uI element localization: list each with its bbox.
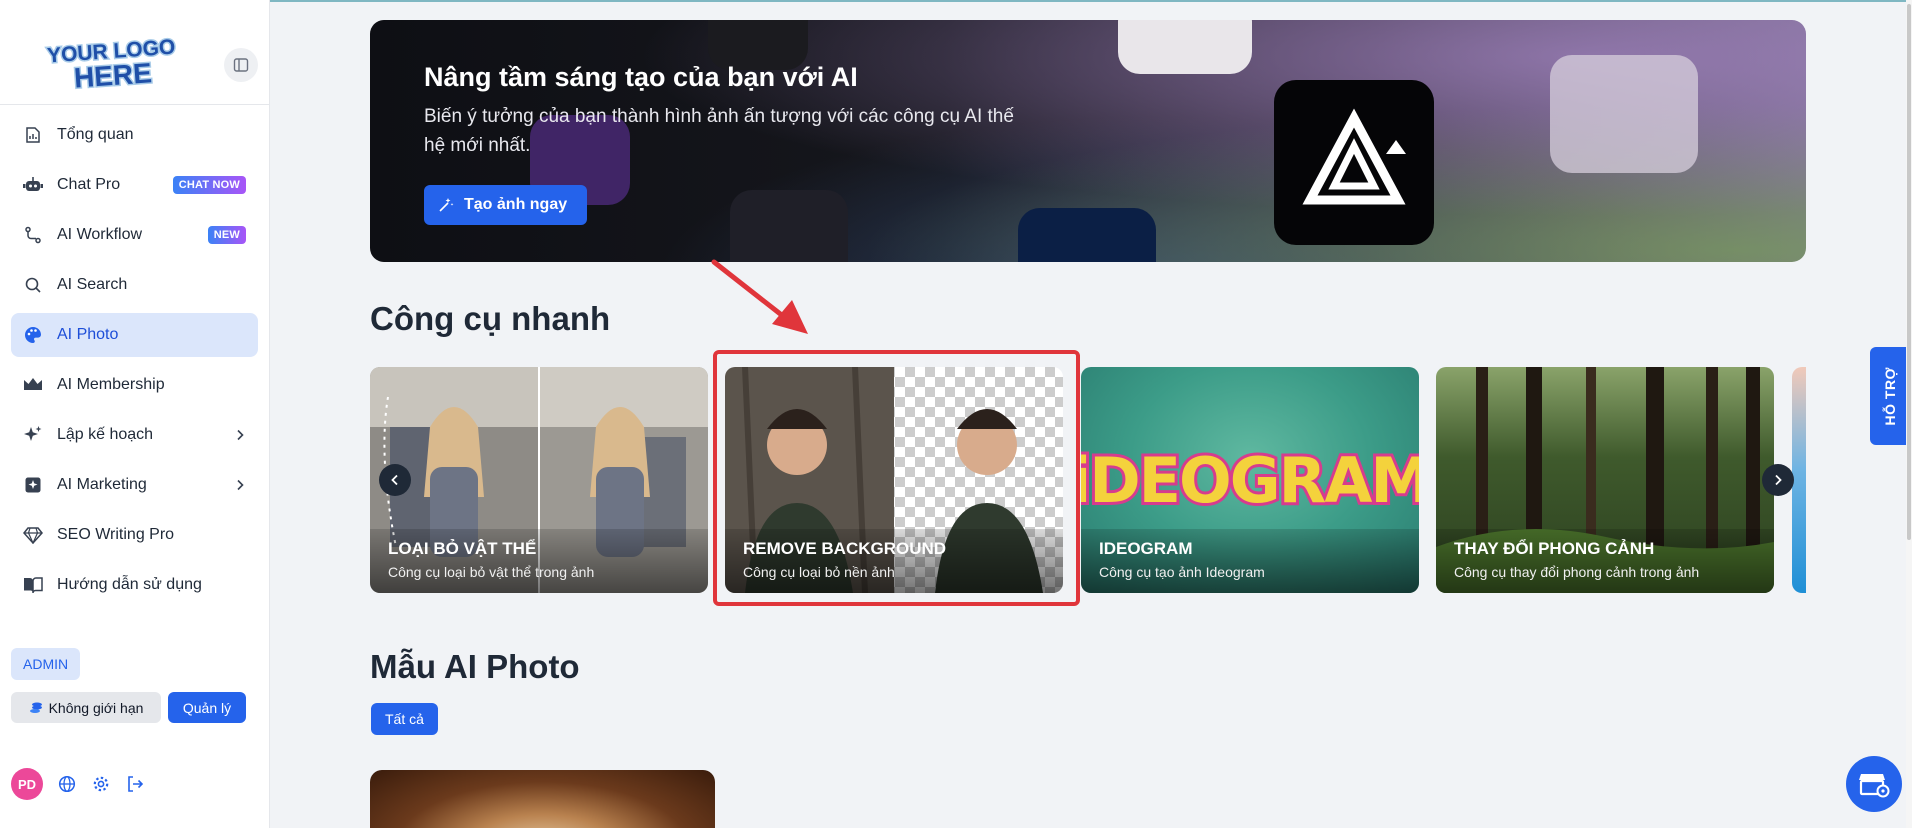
logout-icon[interactable] <box>125 774 145 794</box>
hero-title: Nâng tầm sáng tạo của bạn với AI <box>424 62 858 92</box>
tool-card-next[interactable] <box>1792 367 1806 593</box>
hero-banner: Nâng tầm sáng tạo của bạn với AI Biến ý … <box>370 20 1806 262</box>
role-badge: ADMIN <box>11 648 81 680</box>
sidebar-item-label: Lập kế hoạch <box>57 426 154 443</box>
chevron-left-icon <box>391 474 398 486</box>
store-settings-icon <box>1859 774 1890 798</box>
sidebar-item-label: Hướng dẫn sử dụng <box>57 576 202 593</box>
app-tile-decor <box>1018 208 1156 262</box>
card-description: Công cụ thay đổi phong cảnh trong ảnh <box>1454 564 1700 580</box>
sidebar-item-ai-photo[interactable]: AI Photo <box>11 313 258 357</box>
chevron-right-icon <box>237 429 244 441</box>
triangle-logo-tile <box>1274 80 1434 245</box>
coins-icon <box>29 702 42 713</box>
diamond-icon <box>23 525 43 545</box>
gear-icon[interactable] <box>91 774 111 794</box>
scrollbar-thumb[interactable] <box>1907 4 1911 540</box>
workflow-icon <box>23 225 43 245</box>
sidebar-toggle-icon <box>233 58 249 72</box>
sidebar-item-overview[interactable]: Tổng quan <box>11 113 258 157</box>
card-caption: LOẠI BỎ VẬT THỂ Công cụ loại bỏ vật thể … <box>370 529 708 593</box>
sidebar-item-label: AI Workflow <box>57 226 143 243</box>
sidebar-collapse-button[interactable] <box>224 48 258 82</box>
magic-wand-icon <box>439 198 454 212</box>
avatar[interactable]: PD <box>11 768 43 800</box>
sidebar-item-seo-writing-pro[interactable]: SEO Writing Pro <box>11 513 258 557</box>
sidebar-item-ai-membership[interactable]: AI Membership <box>11 363 258 407</box>
globe-icon[interactable] <box>57 774 77 794</box>
new-badge: NEW <box>207 226 246 244</box>
tool-card-ideogram[interactable]: iDEOGRAM IDEOGRAM Công cụ tạo ảnh Ideogr… <box>1081 367 1419 593</box>
user-toolbar: PD <box>8 766 258 802</box>
svg-text:HERE: HERE <box>73 57 153 92</box>
templates-heading: Mẫu AI Photo <box>370 648 580 685</box>
sidebar-item-label: AI Search <box>57 276 128 293</box>
sidebar-item-ai-workflow[interactable]: AI Workflow NEW <box>11 213 258 257</box>
chat-now-badge: CHAT NOW <box>172 176 246 194</box>
book-icon <box>23 575 43 595</box>
sidebar-item-label: AI Photo <box>57 326 119 343</box>
support-label: HỖ TRỢ <box>1882 366 1898 426</box>
chevron-right-icon <box>1775 474 1782 486</box>
app-tile-decor <box>1118 20 1252 74</box>
hero-subtitle: Biến ý tưởng của bạn thành hình ảnh ấn t… <box>424 106 1014 156</box>
app-tile-decor <box>1550 55 1698 173</box>
sidebar: YOUR LOGO HERE Tổng quan Chat Pro CHAT N… <box>0 0 270 828</box>
card-title: REMOVE BACKGROUND <box>743 539 947 558</box>
tool-card-remove-object[interactable]: LOẠI BỎ VẬT THỂ Công cụ loại bỏ vật thể … <box>370 367 708 593</box>
quick-tools-heading: Công cụ nhanh <box>370 300 611 337</box>
sidebar-item-label: AI Membership <box>57 376 165 393</box>
palette-icon <box>23 325 43 345</box>
sidebar-item-label: SEO Writing Pro <box>57 526 175 543</box>
sidebar-item-label: Tổng quan <box>57 126 134 143</box>
card-title: IDEOGRAM <box>1099 539 1193 558</box>
tool-card-change-scenery[interactable]: THAY ĐỔI PHONG CẢNH Công cụ thay đổi pho… <box>1436 367 1774 593</box>
quick-tools-carousel: LOẠI BỎ VẬT THỂ Công cụ loại bỏ vật thể … <box>370 367 1806 593</box>
tool-card-remove-background[interactable]: REMOVE BACKGROUND Công cụ loại bỏ nền ản… <box>725 367 1063 593</box>
brand-logo[interactable]: YOUR LOGO HERE <box>44 34 180 92</box>
top-accent-line <box>0 0 1912 2</box>
chart-report-icon <box>23 125 43 145</box>
sparkle-icon <box>23 425 43 445</box>
manage-button[interactable]: Quản lý <box>168 692 246 723</box>
create-image-button[interactable]: Tạo ảnh ngay <box>424 185 588 225</box>
card-caption: THAY ĐỔI PHONG CẢNH Công cụ thay đổi pho… <box>1436 529 1774 593</box>
card-description: Công cụ loại bỏ nền ảnh <box>743 564 895 580</box>
filter-all-button[interactable]: Tất cả <box>371 703 438 735</box>
sidebar-item-ai-marketing[interactable]: AI Marketing <box>11 463 258 507</box>
sidebar-item-ai-search[interactable]: AI Search <box>11 263 258 307</box>
chat-fab-button[interactable] <box>1846 756 1902 812</box>
carousel-prev-button[interactable] <box>379 464 411 496</box>
crown-icon <box>23 375 43 395</box>
chevron-right-icon <box>237 479 244 491</box>
triangle-logo-icon <box>1302 108 1406 205</box>
card-title: LOẠI BỎ VẬT THỂ <box>388 539 537 558</box>
sidebar-item-user-guide[interactable]: Hướng dẫn sử dụng <box>11 563 258 607</box>
quota-label: Không giới hạn <box>48 699 144 716</box>
card-caption: REMOVE BACKGROUND Công cụ loại bỏ nền ản… <box>725 529 1063 593</box>
marketing-icon <box>23 475 43 495</box>
card-title: THAY ĐỔI PHONG CẢNH <box>1454 539 1655 558</box>
sidebar-item-chat-pro[interactable]: Chat Pro CHAT NOW <box>11 163 258 207</box>
sidebar-item-planning[interactable]: Lập kế hoạch <box>11 413 258 457</box>
quota-button[interactable]: Không giới hạn <box>11 692 161 723</box>
carousel-next-button[interactable] <box>1762 464 1794 496</box>
create-image-label: Tạo ảnh ngay <box>464 196 568 213</box>
card-description: Công cụ loại bỏ vật thể trong ảnh <box>388 564 595 580</box>
sidebar-nav: Tổng quan Chat Pro CHAT NOW AI Workflow … <box>11 113 258 613</box>
card-description: Công cụ tạo ảnh Ideogram <box>1099 564 1265 580</box>
support-tab[interactable]: HỖ TRỢ <box>1870 347 1910 445</box>
search-icon <box>23 275 43 295</box>
sidebar-item-label: Chat Pro <box>57 176 121 193</box>
sidebar-item-label: AI Marketing <box>57 476 147 493</box>
annotation-arrow <box>711 259 808 334</box>
sidebar-divider <box>0 104 270 105</box>
robot-icon <box>23 175 43 195</box>
ideogram-art-text: iDEOGRAM <box>1081 444 1419 517</box>
card-caption: IDEOGRAM Công cụ tạo ảnh Ideogram <box>1081 529 1419 593</box>
template-card[interactable] <box>370 770 715 828</box>
